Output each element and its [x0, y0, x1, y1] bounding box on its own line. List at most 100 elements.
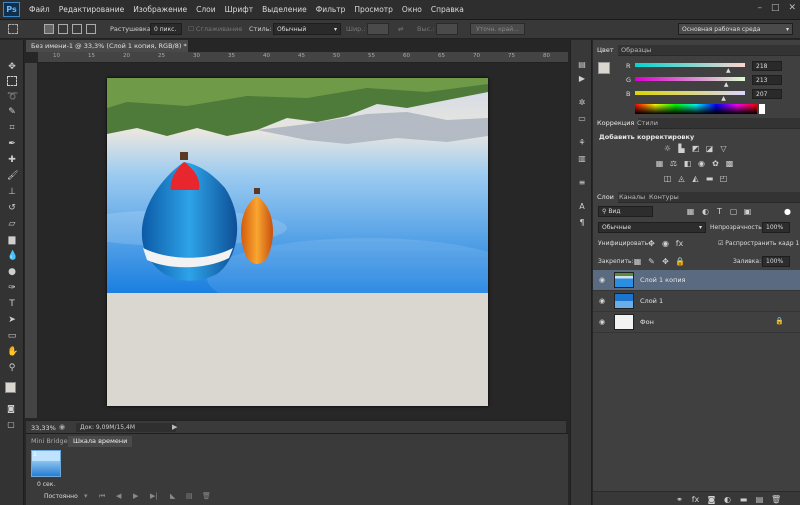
intersect-selection-icon[interactable]	[86, 24, 96, 34]
posterize-icon[interactable]: ◬	[677, 174, 686, 183]
history-brush-tool-icon[interactable]: ↺	[7, 203, 17, 213]
first-frame-icon[interactable]: ⏮	[99, 492, 105, 501]
hue-saturation-icon[interactable]: ▦	[655, 159, 664, 168]
blue-slider[interactable]	[635, 91, 745, 95]
brush-settings-icon[interactable]: ✲	[577, 98, 587, 108]
black-white-icon[interactable]: ◧	[683, 159, 692, 168]
blue-input[interactable]: 207	[752, 89, 782, 99]
paragraph-icon[interactable]: ¶	[577, 218, 587, 228]
properties-icon[interactable]: ≡	[577, 178, 587, 188]
tab-paths[interactable]: Контуры	[645, 192, 683, 203]
delete-frame-icon[interactable]: 🗑	[202, 492, 211, 500]
path-selection-tool-icon[interactable]: ➤	[7, 315, 17, 325]
layer-name[interactable]: Слой 1	[640, 297, 663, 305]
zoom-level[interactable]: 33,33%	[31, 424, 56, 432]
play-icon[interactable]: ▶	[133, 492, 138, 500]
filter-adjustment-icon[interactable]: ◐	[701, 207, 710, 216]
brush-presets-icon[interactable]: ▭	[577, 114, 587, 124]
tab-adjustments[interactable]: Коррекция	[593, 118, 639, 129]
filter-smart-icon[interactable]: ▣	[743, 207, 752, 216]
tab-channels[interactable]: Каналы	[615, 192, 649, 203]
info-icon[interactable]: ▥	[577, 154, 587, 164]
menu-edit[interactable]: Редактирование	[59, 5, 124, 14]
green-slider-thumb[interactable]: ▲	[724, 81, 729, 88]
chevron-down-icon[interactable]: ▾	[84, 492, 88, 500]
crop-tool-icon[interactable]: ⌗	[7, 123, 17, 133]
history-icon[interactable]: ▤	[577, 60, 587, 70]
brush-tool-icon[interactable]: 🖌	[7, 171, 18, 181]
filter-shape-icon[interactable]: ▢	[729, 207, 738, 216]
loop-select[interactable]: Постоянно	[44, 493, 78, 500]
foreground-color-swatch[interactable]	[598, 62, 610, 74]
feather-input[interactable]: 0 пикс.	[150, 23, 182, 35]
menu-window[interactable]: Окно	[402, 5, 422, 14]
hand-tool-icon[interactable]: ✋	[7, 347, 18, 357]
dodge-tool-icon[interactable]: ●	[7, 267, 17, 277]
layer-row[interactable]: ◉ Слой 1 копия	[593, 270, 800, 291]
unify-style-icon[interactable]: fx	[675, 239, 684, 248]
healing-brush-tool-icon[interactable]: ✚	[7, 155, 17, 165]
new-selection-icon[interactable]	[44, 24, 54, 34]
selective-color-icon[interactable]: ◰	[719, 174, 728, 183]
color-lookup-icon[interactable]: ▩	[725, 159, 734, 168]
minimize-button[interactable]: –	[757, 3, 762, 13]
subtract-selection-icon[interactable]	[72, 24, 82, 34]
height-input[interactable]	[436, 23, 458, 35]
marquee-tool-preset-icon[interactable]	[8, 24, 18, 34]
eyedropper-tool-icon[interactable]: ✒	[7, 139, 17, 149]
color-spectrum-bar[interactable]	[635, 104, 757, 114]
blend-mode-select[interactable]: Обычные ▾	[598, 222, 706, 233]
exposure-icon[interactable]: ◪	[705, 144, 714, 153]
filter-toggle-icon[interactable]: ●	[783, 207, 792, 216]
status-menu-icon[interactable]: ◉	[59, 423, 65, 431]
unify-visibility-icon[interactable]: ◉	[661, 239, 670, 248]
layer-name[interactable]: Фон	[640, 318, 654, 326]
lock-all-icon[interactable]: 🔒	[675, 257, 685, 266]
red-input[interactable]: 218	[752, 61, 782, 71]
opacity-input[interactable]: 100%	[762, 222, 790, 233]
tab-styles[interactable]: Стили	[633, 118, 662, 129]
menu-image[interactable]: Изображение	[133, 5, 187, 14]
antialias-checkbox[interactable]: ☐ Сглаживание	[188, 25, 242, 33]
menu-layers[interactable]: Слои	[196, 5, 216, 14]
tab-swatches[interactable]: Образцы	[617, 45, 655, 56]
tween-icon[interactable]: ◣	[170, 492, 175, 500]
new-group-icon[interactable]: ▬	[739, 495, 748, 504]
prev-frame-icon[interactable]: ◀	[116, 492, 121, 500]
levels-icon[interactable]: ▙	[677, 144, 686, 153]
fill-input[interactable]: 100%	[762, 256, 790, 267]
maximize-button[interactable]: □	[771, 3, 780, 13]
clone-source-icon[interactable]: ⚘	[577, 138, 587, 148]
character-icon[interactable]: A	[577, 202, 587, 212]
swap-icon[interactable]: ⇄	[398, 25, 403, 33]
marquee-tool-icon[interactable]	[7, 76, 17, 86]
vibrance-icon[interactable]: ▽	[719, 144, 728, 153]
layer-filter-select[interactable]: ⚲ Вид	[598, 206, 653, 217]
propagate-checkbox[interactable]: ☑ Распространить кадр 1	[718, 240, 799, 247]
menu-help[interactable]: Справка	[431, 5, 464, 14]
actions-icon[interactable]: ▶	[577, 74, 587, 84]
layer-style-icon[interactable]: fx	[691, 495, 700, 504]
foreground-color-swatch[interactable]	[5, 382, 16, 393]
duplicate-frame-icon[interactable]: ▤	[186, 492, 193, 500]
lock-position-icon[interactable]: ✥	[661, 257, 670, 266]
menu-filter[interactable]: Фильтр	[316, 5, 346, 14]
add-selection-icon[interactable]	[58, 24, 68, 34]
lasso-tool-icon[interactable]: ➰	[7, 92, 18, 102]
style-select[interactable]: Обычный ▾	[273, 23, 341, 35]
link-layers-icon[interactable]: ⚭	[675, 495, 684, 504]
brightness-icon[interactable]: ☼	[663, 144, 672, 153]
document-canvas[interactable]	[107, 78, 488, 406]
color-balance-icon[interactable]: ⚖	[669, 159, 678, 168]
eye-icon[interactable]: ◉	[599, 318, 605, 326]
blur-tool-icon[interactable]: 💧	[7, 251, 18, 261]
frame-thumbnail[interactable]: 1	[31, 450, 61, 477]
eye-icon[interactable]: ◉	[599, 297, 605, 305]
pen-tool-icon[interactable]: ✑	[7, 283, 17, 293]
eye-icon[interactable]: ◉	[599, 276, 605, 284]
menu-file[interactable]: Файл	[29, 5, 50, 14]
tab-color[interactable]: Цвет	[593, 45, 618, 56]
new-adjustment-icon[interactable]: ◐	[723, 495, 732, 504]
gradient-map-icon[interactable]: ▬	[705, 174, 714, 183]
add-mask-icon[interactable]: ◙	[707, 495, 716, 504]
